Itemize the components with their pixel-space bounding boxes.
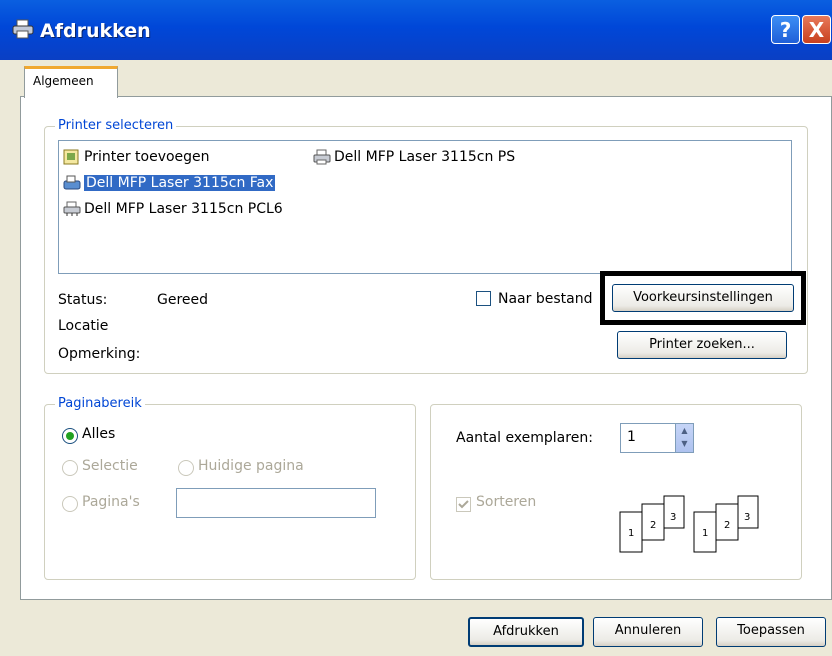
print-dialog: Afdrukken ? X Algemeen Printer selectere… (0, 0, 832, 656)
collate-illustration: 1 2 3 1 2 3 (619, 495, 759, 553)
status-value: Gereed (157, 292, 209, 308)
svg-text:3: 3 (670, 512, 676, 523)
location-label: Locatie (58, 318, 109, 334)
apply-button[interactable]: Toepassen (716, 617, 826, 647)
svg-text:2: 2 (650, 520, 656, 531)
copies-value: 1 (627, 429, 636, 445)
current-page-label: Huidige pagina (198, 458, 304, 474)
svg-text:1: 1 (628, 528, 634, 539)
comment-label: Opmerking: (58, 346, 141, 362)
current-page-radio[interactable] (178, 460, 194, 476)
add-printer-icon (63, 149, 81, 165)
printer-select-label: Printer selecteren (55, 118, 177, 133)
selection-label: Selectie (82, 458, 138, 474)
network-printer-icon (63, 201, 81, 217)
all-label: Alles (82, 426, 116, 442)
printer-item-ps[interactable]: Dell MFP Laser 3115cn PS (313, 146, 515, 168)
collate-set-1: 1 2 3 (619, 495, 685, 553)
print-to-file-checkbox[interactable] (476, 291, 491, 306)
preferences-button[interactable]: Voorkeursinstellingen (612, 284, 794, 312)
page-range-label: Paginabereik (55, 396, 145, 411)
find-printer-button[interactable]: Printer zoeken... (617, 331, 787, 359)
copies-spinner[interactable]: 1 ▲ ▼ (620, 423, 694, 453)
status-label: Status: (58, 292, 108, 308)
svg-text:1: 1 (702, 528, 708, 539)
printer-item-pcl6[interactable]: Dell MFP Laser 3115cn PCL6 (63, 198, 283, 220)
pages-input[interactable] (176, 488, 376, 518)
printer-item-fax[interactable]: Dell MFP Laser 3115cn Fax (63, 172, 276, 194)
title-bar[interactable]: Afdrukken ? X (0, 0, 832, 60)
cancel-button[interactable]: Annuleren (593, 617, 703, 647)
help-button[interactable]: ? (771, 15, 800, 44)
pages-label: Pagina's (82, 494, 140, 510)
collate-set-2: 1 2 3 (693, 495, 759, 553)
collate-checkbox[interactable] (456, 497, 471, 512)
window-title: Afdrukken (40, 20, 151, 42)
close-button[interactable]: X (802, 15, 831, 44)
printer-item-add[interactable]: Printer toevoegen (63, 146, 210, 168)
all-radio[interactable] (62, 428, 78, 444)
print-to-file-label: Naar bestand (498, 291, 593, 307)
printer-icon (12, 19, 34, 39)
collate-label: Sorteren (476, 494, 537, 510)
svg-text:3: 3 (744, 512, 750, 523)
pages-radio[interactable] (62, 496, 78, 512)
svg-text:2: 2 (724, 520, 730, 531)
print-button[interactable]: Afdrukken (468, 617, 584, 647)
spinner-arrows-icon[interactable]: ▲ ▼ (675, 424, 693, 452)
copies-label: Aantal exemplaren: (456, 430, 593, 446)
selection-radio[interactable] (62, 460, 78, 476)
printer-icon (313, 149, 331, 165)
fax-printer-icon (63, 175, 81, 191)
tab-algemeen[interactable]: Algemeen (24, 66, 118, 98)
